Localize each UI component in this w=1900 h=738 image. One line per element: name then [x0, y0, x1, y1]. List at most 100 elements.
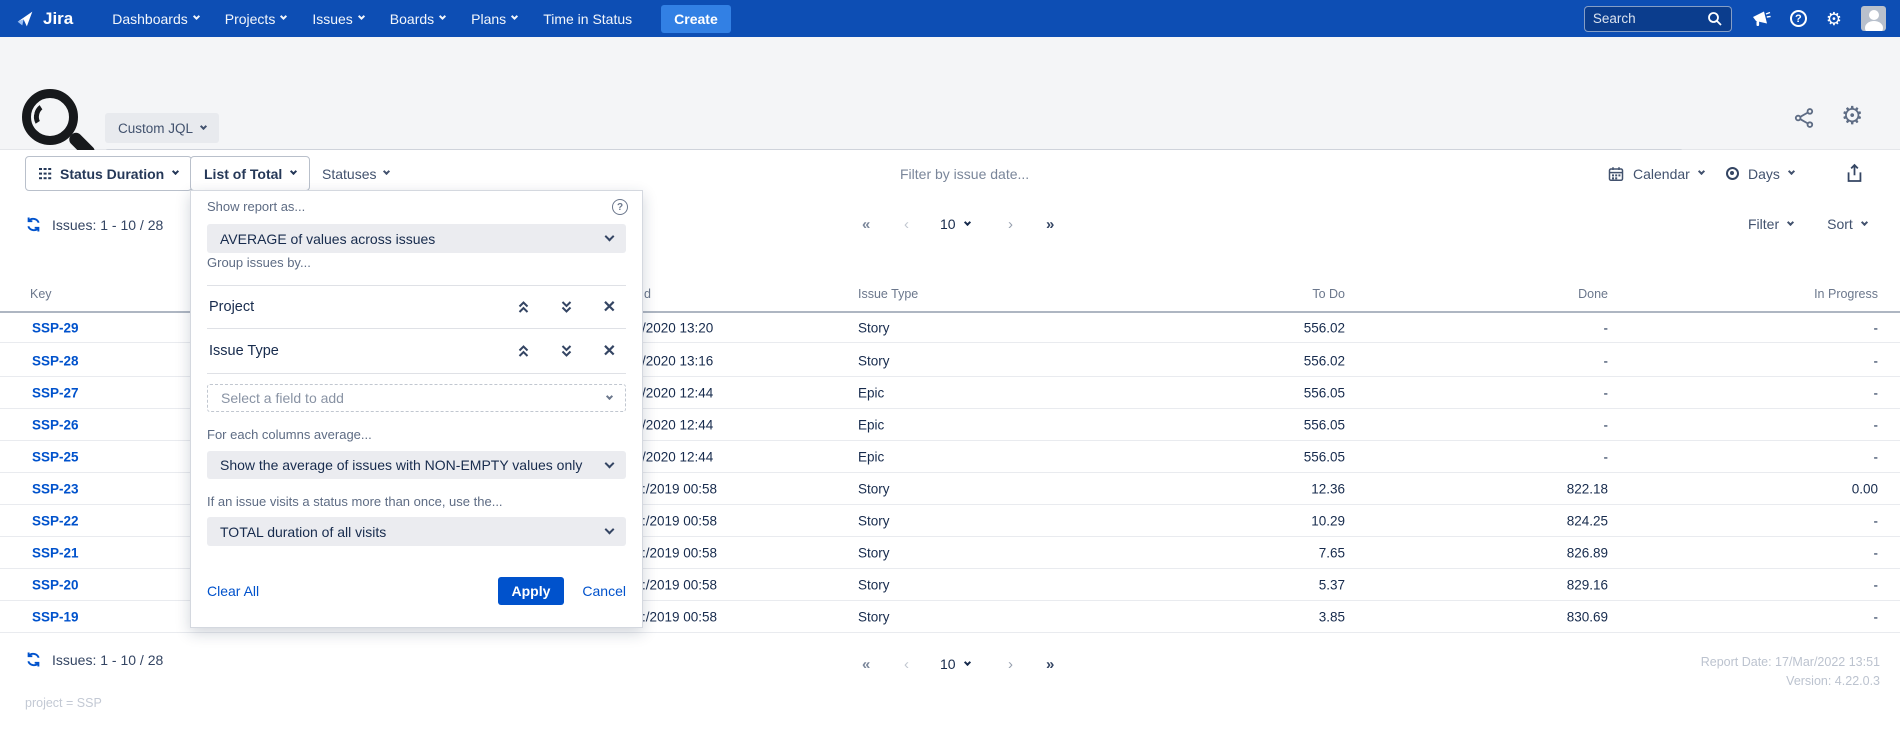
issue-key-link[interactable]: SSP-25: [32, 449, 79, 464]
issue-key-link[interactable]: SSP-26: [32, 417, 79, 432]
prev-page-button[interactable]: ‹: [904, 216, 909, 233]
chevron-down-icon: [1698, 168, 1705, 175]
next-page-button[interactable]: ›: [1008, 656, 1013, 673]
nav-item-dashboards[interactable]: Dashboards: [112, 11, 199, 27]
export-icon[interactable]: [1845, 163, 1864, 184]
search-input[interactable]: [1593, 11, 1707, 26]
column-header-created-partial[interactable]: d: [644, 287, 651, 301]
view-mode-label: List of Total: [204, 166, 282, 182]
page-size-select[interactable]: 10: [940, 656, 970, 672]
filter-button[interactable]: Filter: [1748, 216, 1793, 232]
report-meta: Report Date: 17/Mar/2022 13:51 Version: …: [1701, 653, 1880, 691]
clear-all-button[interactable]: Clear All: [207, 583, 259, 599]
report-type-button[interactable]: Status Duration: [25, 156, 192, 191]
issue-type-cell: Epic: [858, 385, 884, 400]
move-down-icon[interactable]: [560, 344, 573, 358]
apply-button[interactable]: Apply: [498, 577, 565, 605]
panel-footer: Clear All Apply Cancel: [207, 577, 626, 605]
first-page-button[interactable]: «: [862, 656, 870, 673]
jql-mode-button[interactable]: Custom JQL: [105, 113, 219, 143]
settings-gear-icon[interactable]: ⚙: [1826, 10, 1842, 28]
nav-item-label: Boards: [390, 11, 434, 27]
move-down-icon[interactable]: [560, 300, 573, 314]
last-page-button[interactable]: »: [1046, 656, 1054, 673]
show-report-as-select[interactable]: AVERAGE of values across issues: [207, 224, 626, 253]
nav-item-projects[interactable]: Projects: [225, 11, 287, 27]
issue-type-cell: Story: [858, 320, 890, 335]
column-header-in-progress[interactable]: In Progress: [1814, 287, 1878, 301]
column-header-todo[interactable]: To Do: [1312, 287, 1345, 301]
cancel-button[interactable]: Cancel: [582, 583, 626, 599]
unit-label: Days: [1748, 166, 1780, 182]
move-up-icon[interactable]: [517, 344, 530, 358]
refresh-icon[interactable]: [25, 651, 42, 668]
issue-key-link[interactable]: SSP-29: [32, 320, 79, 335]
issue-key-link[interactable]: SSP-22: [32, 513, 79, 528]
group-field-label: Project: [209, 299, 254, 315]
inprogress-cell: -: [1874, 385, 1879, 400]
calendar-button[interactable]: Calendar: [1608, 156, 1704, 191]
refresh-icon[interactable]: [25, 216, 42, 233]
issue-key-link[interactable]: SSP-28: [32, 353, 79, 368]
time-unit-button[interactable]: Days: [1726, 156, 1794, 191]
show-report-as-label: Show report as...: [207, 199, 305, 214]
nav-item-plans[interactable]: Plans: [471, 11, 517, 27]
remove-group-icon[interactable]: ✕: [603, 341, 616, 361]
share-icon[interactable]: [1793, 107, 1815, 129]
panel-help-icon[interactable]: ?: [612, 199, 628, 215]
todo-cell: 12.36: [1311, 481, 1345, 496]
help-icon[interactable]: ?: [1790, 10, 1807, 27]
version-label: Version: 4.22.0.3: [1701, 672, 1880, 691]
column-header-issue-type[interactable]: Issue Type: [858, 287, 918, 301]
multi-visit-label: If an issue visits a status more than on…: [207, 494, 503, 509]
nav-item-issues[interactable]: Issues: [312, 11, 363, 27]
avg-mode-select[interactable]: Show the average of issues with NON-EMPT…: [207, 451, 626, 479]
pagination-top: « ‹ 10 › »: [862, 216, 1072, 240]
jira-brand[interactable]: Jira: [14, 8, 73, 30]
chevron-down-icon: [439, 13, 446, 20]
search-icon[interactable]: [1707, 11, 1723, 27]
done-cell: -: [1604, 417, 1609, 432]
statuses-label: Statuses: [322, 166, 376, 182]
issue-key-link[interactable]: SSP-19: [32, 609, 79, 624]
issue-date-filter[interactable]: Filter by issue date...: [900, 166, 1100, 182]
issue-key-link[interactable]: SSP-21: [32, 545, 79, 560]
issue-key-link[interactable]: SSP-20: [32, 577, 79, 592]
move-up-icon[interactable]: [517, 300, 530, 314]
report-settings-gear-icon[interactable]: ⚙: [1841, 101, 1863, 131]
issue-type-cell: Story: [858, 609, 890, 624]
page-size-select[interactable]: 10: [940, 216, 970, 232]
nav-item-boards[interactable]: Boards: [390, 11, 445, 27]
todo-cell: 10.29: [1311, 513, 1345, 528]
create-button[interactable]: Create: [661, 5, 731, 33]
inprogress-cell: 0.00: [1852, 481, 1878, 496]
query-header: Custom JQL ✓ project = SSP ⚙: [0, 37, 1900, 150]
results-count-label: Issues: 1 - 10 / 28: [52, 217, 163, 233]
chevron-down-icon: [1787, 218, 1794, 225]
add-field-select[interactable]: Select a field to add: [207, 384, 626, 412]
remove-group-icon[interactable]: ✕: [603, 297, 616, 317]
issue-type-cell: Story: [858, 513, 890, 528]
next-page-button[interactable]: ›: [1008, 216, 1013, 233]
statuses-button[interactable]: Statuses: [322, 156, 389, 191]
multi-visit-select[interactable]: TOTAL duration of all visits: [207, 517, 626, 546]
column-header-key[interactable]: Key: [30, 287, 52, 301]
nav-search-box[interactable]: [1584, 6, 1732, 32]
nav-item-time-in-status[interactable]: Time in Status: [543, 11, 632, 27]
view-mode-button[interactable]: List of Total: [190, 156, 310, 191]
issue-key-link[interactable]: SSP-27: [32, 385, 79, 400]
multi-visit-value: TOTAL duration of all visits: [220, 524, 386, 540]
prev-page-button[interactable]: ‹: [904, 656, 909, 673]
todo-cell: 3.85: [1319, 609, 1345, 624]
first-page-button[interactable]: «: [862, 216, 870, 233]
megaphone-icon[interactable]: [1751, 10, 1771, 28]
brand-label: Jira: [43, 9, 73, 29]
user-avatar[interactable]: [1861, 6, 1886, 31]
column-header-done[interactable]: Done: [1578, 287, 1608, 301]
sort-button[interactable]: Sort: [1827, 216, 1867, 232]
inprogress-cell: -: [1874, 320, 1879, 335]
issue-key-link[interactable]: SSP-23: [32, 481, 79, 496]
jql-mode-label: Custom JQL: [118, 121, 193, 136]
group-row-project: Project ✕: [207, 286, 626, 329]
last-page-button[interactable]: »: [1046, 216, 1054, 233]
